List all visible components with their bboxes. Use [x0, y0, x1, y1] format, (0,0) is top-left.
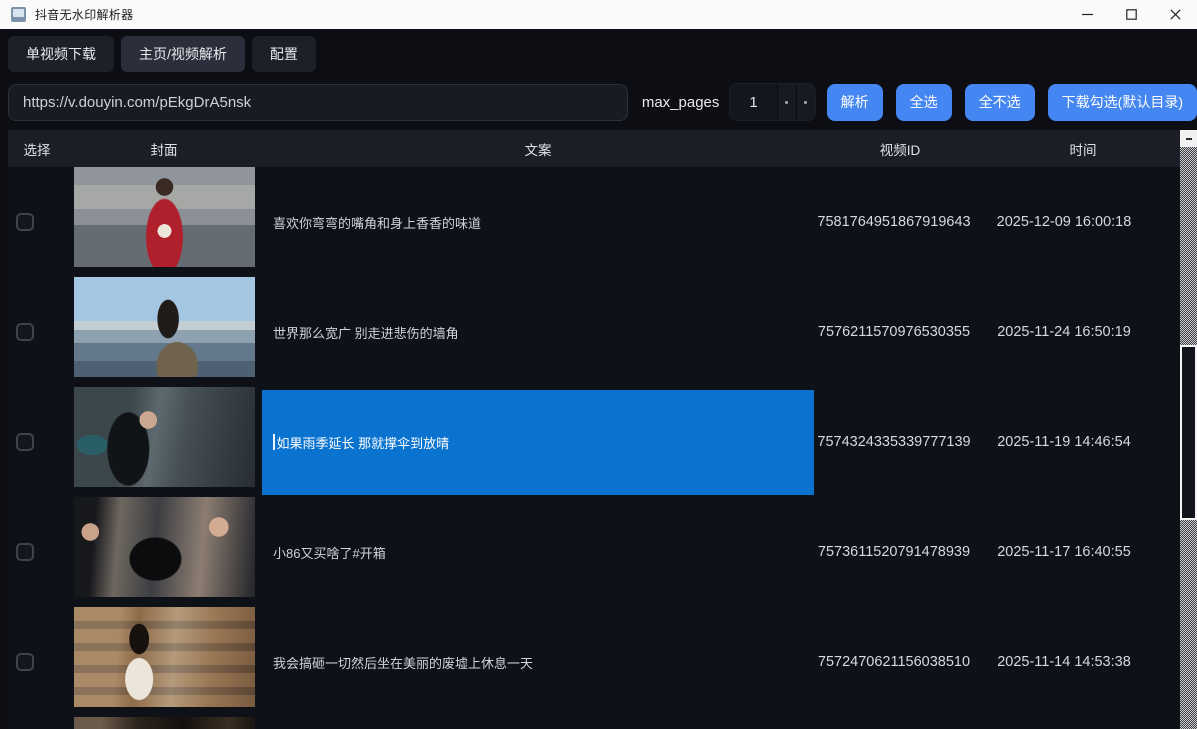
parse-button[interactable]: 解析: [826, 83, 883, 121]
vertical-scrollbar[interactable]: [1180, 130, 1197, 729]
video-time: 2025-11-14 14:53:38: [997, 654, 1131, 670]
maximize-icon: [1125, 9, 1137, 20]
video-id: 7576211570976530355: [817, 324, 971, 340]
close-icon: [1169, 9, 1181, 20]
spinner-down-button[interactable]: [795, 84, 815, 120]
video-thumbnail[interactable]: [73, 717, 255, 729]
video-id: 7573611520791478939: [817, 544, 971, 560]
caption-cell[interactable]: 喜欢你弯弯的嘴角和身上香香的味道: [262, 167, 814, 277]
header-cover: 封面: [150, 142, 178, 158]
video-thumbnail[interactable]: [73, 387, 255, 487]
tab-single-video-download[interactable]: 单视频下载: [8, 36, 114, 72]
video-id: 7581764951867919643: [817, 214, 971, 230]
row-checkbox[interactable]: [16, 213, 34, 231]
header-caption: 文案: [524, 142, 552, 158]
header-time: 时间: [1069, 142, 1097, 158]
scroll-up-arrow-icon: [1185, 137, 1192, 140]
video-thumbnail[interactable]: [73, 167, 255, 267]
header-select: 选择: [23, 142, 51, 158]
video-time: 2025-12-09 16:00:18: [996, 214, 1132, 230]
app-window: 单视频下载 主页/视频解析 配置 max_pages 1 解析 全选 全不选 下…: [0, 29, 1197, 729]
spinner-up-button[interactable]: [776, 84, 796, 120]
maximize-button[interactable]: [1109, 0, 1153, 29]
tab-bar: 单视频下载 主页/视频解析 配置: [0, 29, 1197, 72]
app-icon: [11, 7, 26, 22]
tab-config[interactable]: 配置: [251, 36, 316, 72]
spinner-down-icon: [804, 100, 808, 104]
caption-cell-selected[interactable]: 如果雨季延长 那就撑伞到放晴: [262, 389, 814, 495]
caption-cell[interactable]: 我会搞砸一切然后坐在美丽的废墟上休息一天: [262, 607, 814, 717]
select-all-button[interactable]: 全选: [895, 83, 952, 121]
video-time: 2025-11-17 16:40:55: [997, 544, 1131, 560]
minimize-icon: [1081, 13, 1093, 16]
video-thumbnail[interactable]: [73, 277, 255, 377]
row-checkbox[interactable]: [16, 543, 34, 561]
toolbar: max_pages 1 解析 全选 全不选 下载勾选(默认目录): [0, 83, 1197, 121]
spinner-up-icon: [785, 100, 789, 104]
video-thumbnail[interactable]: [73, 497, 255, 597]
header-video-id: 视频ID: [879, 142, 921, 158]
scrollbar-thumb[interactable]: [1180, 345, 1197, 520]
video-time: 2025-11-19 14:46:54: [997, 434, 1131, 450]
caption-cell[interactable]: 小86又买啥了#开箱: [262, 497, 814, 607]
text-caret: [273, 434, 275, 450]
table-row: 我会搞砸一切然后坐在美丽的废墟上休息一天 7572470621156038510…: [8, 607, 1180, 717]
row-checkbox[interactable]: [16, 653, 34, 671]
table-row: 世界那么宽广 别走进悲伤的墙角 7576211570976530355 2025…: [8, 277, 1180, 387]
scrollbar-trough[interactable]: [1180, 147, 1197, 729]
row-checkbox[interactable]: [16, 323, 34, 341]
window-title: 抖音无水印解析器: [35, 8, 134, 22]
video-id: 7574324335339777139: [817, 434, 971, 450]
caption-text: 如果雨季延长 那就撑伞到放晴: [276, 435, 450, 451]
video-table: 选择 封面 文案 视频ID 时间 喜欢你弯弯的嘴角和身上香香的味道 758176…: [8, 130, 1180, 729]
max-pages-spinner[interactable]: 1: [729, 83, 816, 121]
download-checked-button[interactable]: 下载勾选(默认目录): [1047, 83, 1197, 121]
url-input[interactable]: [8, 83, 628, 121]
table-row: 喜欢你弯弯的嘴角和身上香香的味道 7581764951867919643 202…: [8, 167, 1180, 277]
row-checkbox[interactable]: [16, 433, 34, 451]
table-row: 小86又买啥了#开箱 7573611520791478939 2025-11-1…: [8, 497, 1180, 607]
video-thumbnail[interactable]: [73, 607, 255, 707]
deselect-all-button[interactable]: 全不选: [964, 83, 1035, 121]
close-button[interactable]: [1153, 0, 1197, 29]
table-body: 喜欢你弯弯的嘴角和身上香香的味道 7581764951867919643 202…: [8, 167, 1180, 729]
table-row-partial: [8, 717, 1180, 729]
table-header: 选择 封面 文案 视频ID 时间: [8, 130, 1180, 167]
scrollbar-up-button[interactable]: [1180, 130, 1197, 147]
caption-cell[interactable]: 世界那么宽广 别走进悲伤的墙角: [262, 277, 814, 387]
max-pages-value[interactable]: 1: [730, 84, 776, 120]
tab-homepage-video-parse[interactable]: 主页/视频解析: [121, 36, 245, 72]
titlebar: 抖音无水印解析器: [0, 0, 1197, 29]
minimize-button[interactable]: [1065, 0, 1109, 29]
max-pages-label: max_pages: [641, 93, 720, 111]
table-row: 如果雨季延长 那就撑伞到放晴 7574324335339777139 2025-…: [8, 387, 1180, 497]
video-id: 7572470621156038510: [817, 654, 971, 670]
video-time: 2025-11-24 16:50:19: [997, 324, 1131, 340]
